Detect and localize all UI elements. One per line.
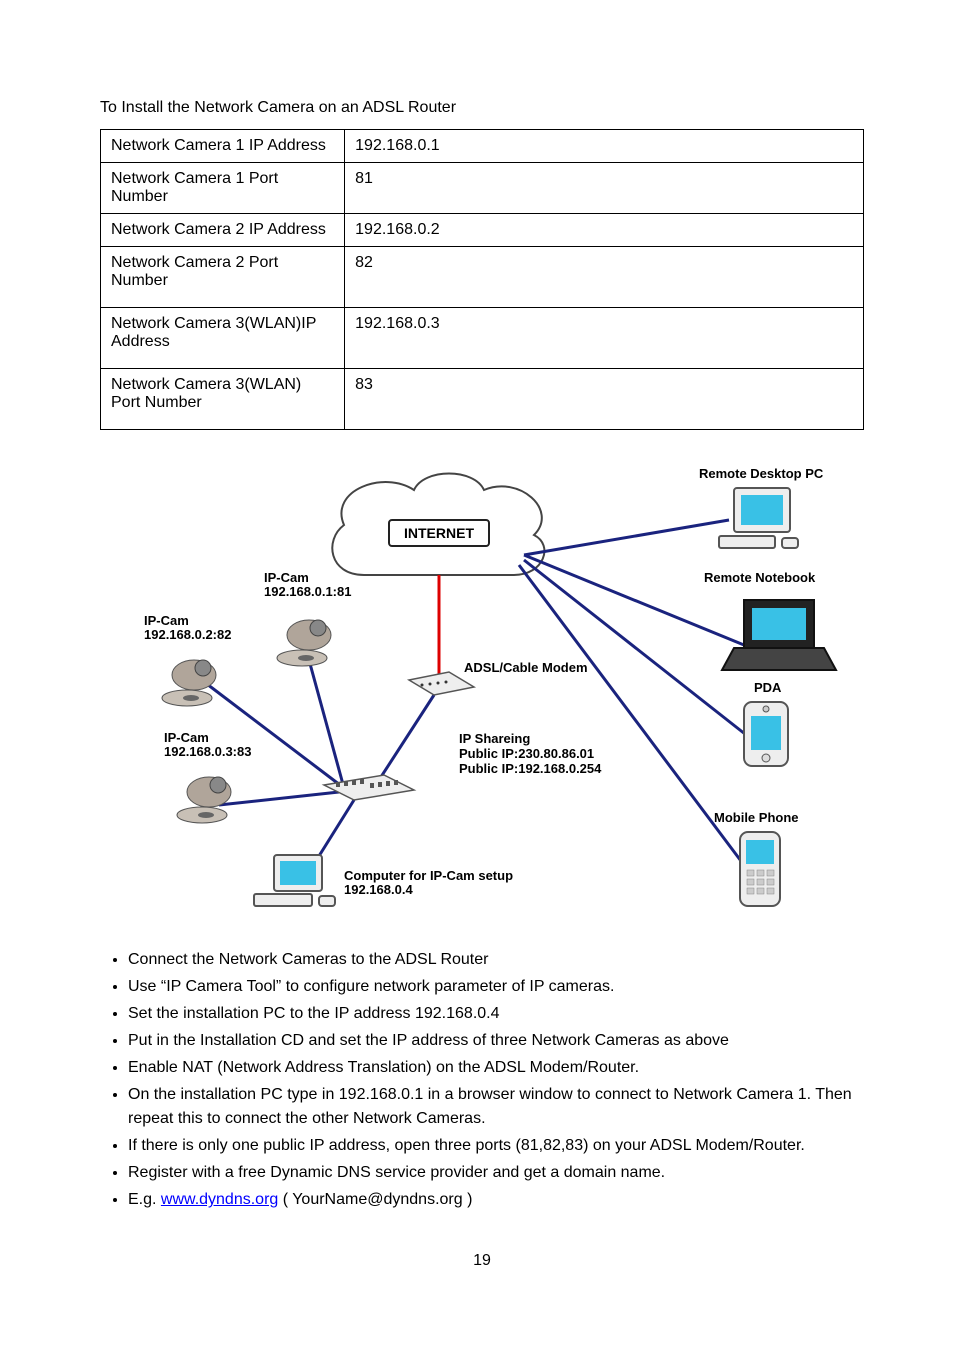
svg-text:IP-Cam: IP-Cam [164,730,209,745]
table-cell-name: Network Camera 2 IP Address [101,214,345,247]
svg-text:Public IP:230.80.86.01: Public IP:230.80.86.01 [459,746,594,761]
network-table: Network Camera 1 IP Address 192.168.0.1 … [100,129,864,369]
svg-text:Remote Desktop PC: Remote Desktop PC [699,466,824,481]
svg-text:IP Shareing: IP Shareing [459,731,530,746]
svg-text:IP-Cam: IP-Cam [144,613,189,628]
ipcam3-icon: IP-Cam 192.168.0.3:83 [164,730,251,823]
mobile-phone-icon: Mobile Phone [714,810,799,906]
table-cell-name: Network Camera 3(WLAN) Port Number [101,369,345,430]
table-cell-name: Network Camera 3(WLAN)IP Address [101,308,345,369]
link-switch-cam2 [199,678,344,788]
list-item: If there is only one public IP address, … [128,1134,864,1158]
pda-icon: PDA [744,680,788,766]
table-cell-value: 192.168.0.3 [345,308,864,369]
link-internet-pda [524,560,759,745]
network-diagram: INTERNET ADSL/Cable Modem [104,460,864,930]
list-item: E.g. www.dyndns.org ( YourName@dyndns.or… [128,1188,864,1212]
remote-notebook-icon: Remote Notebook [704,570,836,670]
list-item: Enable NAT (Network Address Translation)… [128,1056,864,1080]
list-item: Put in the Installation CD and set the I… [128,1029,864,1053]
list-item: On the installation PC type in 192.168.0… [128,1083,864,1131]
dyndns-link[interactable]: www.dyndns.org [161,1191,278,1208]
table-cell-name: Network Camera 1 Port Number [101,163,345,214]
instruction-list: Connect the Network Cameras to the ADSL … [100,948,864,1212]
svg-text:ADSL/Cable Modem: ADSL/Cable Modem [464,660,588,675]
list-item: Set the installation PC to the IP addres… [128,1002,864,1026]
table-cell-value: 192.168.0.1 [345,130,864,163]
table-cell-value: 192.168.0.2 [345,214,864,247]
link-internet-desktop [524,520,729,555]
switch-icon: IP Shareing Public IP:230.80.86.01 Publi… [324,731,602,800]
list-item: Use “IP Camera Tool” to configure networ… [128,975,864,999]
network-table-cont: Network Camera 3(WLAN) Port Number 83 [100,368,864,430]
svg-text:PDA: PDA [754,680,782,695]
link-switch-cam1 [309,660,344,788]
link-modem-switch [379,695,434,780]
link-internet-mobile [519,565,744,865]
table-cell-value: 81 [345,163,864,214]
svg-text:Mobile Phone: Mobile Phone [714,810,799,825]
svg-text:Public IP:192.168.0.254: Public IP:192.168.0.254 [459,761,602,776]
modem-icon: ADSL/Cable Modem [409,660,588,695]
table-cell-name: Network Camera 1 IP Address [101,130,345,163]
table-cell-value: 83 [345,369,864,430]
svg-text:192.168.0.3:83: 192.168.0.3:83 [164,744,251,759]
svg-text:Remote Notebook: Remote Notebook [704,570,816,585]
svg-text:192.168.0.1:81: 192.168.0.1:81 [264,584,351,599]
setup-pc-icon: Computer for IP-Cam setup 192.168.0.4 [254,855,513,906]
svg-text:192.168.0.4: 192.168.0.4 [344,882,413,897]
remote-desktop-icon: Remote Desktop PC [699,466,824,548]
table-cell-name: Network Camera 2 Port Number [101,247,345,308]
table-cell-value: 82 [345,247,864,308]
link-switch-cam3 [219,792,339,805]
intro-text: To Install the Network Camera on an ADSL… [100,97,864,119]
list-item: Connect the Network Cameras to the ADSL … [128,948,864,972]
list-item: Register with a free Dynamic DNS service… [128,1161,864,1185]
internet-cloud-icon: INTERNET [332,474,544,576]
link-internet-notebook [524,555,744,645]
svg-text:Computer for IP-Cam setup: Computer for IP-Cam setup [344,868,513,883]
internet-label: INTERNET [404,525,474,541]
svg-text:IP-Cam: IP-Cam [264,570,309,585]
ipcam1-icon: IP-Cam 192.168.0.1:81 [264,570,351,666]
svg-text:192.168.0.2:82: 192.168.0.2:82 [144,627,231,642]
page-number: 19 [100,1252,864,1270]
